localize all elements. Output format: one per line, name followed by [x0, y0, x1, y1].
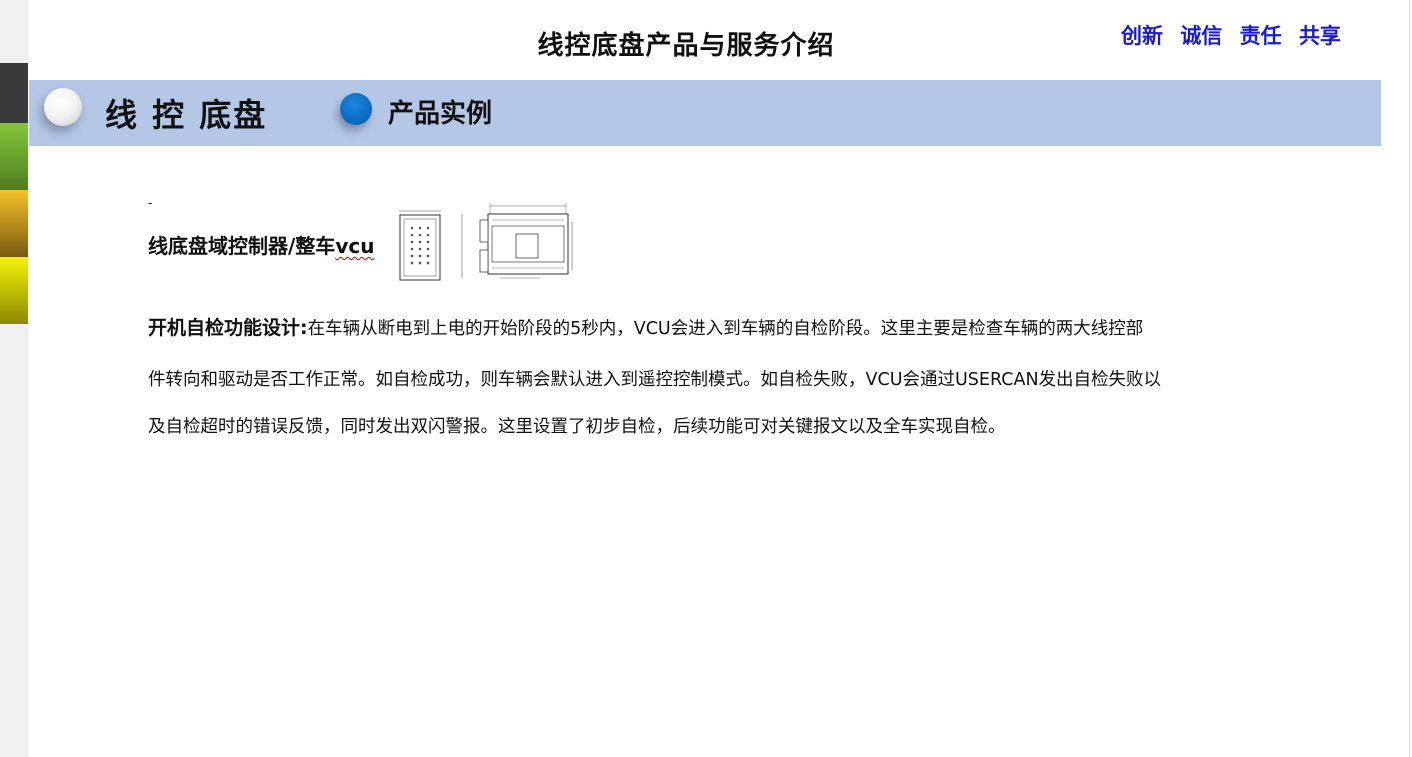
- stray-dash: -: [148, 196, 153, 210]
- banner-title: 线 控 底盘: [105, 96, 268, 134]
- slogan-integrity: 诚信: [1180, 24, 1223, 48]
- banner-subtitle: 产品实例: [388, 99, 493, 129]
- description-line-1-text: 在车辆从断电到上电的开始阶段的5秒内，VCU会进入到车辆的自检阶段。这里主要是检…: [307, 319, 1144, 339]
- blue-sphere-icon: [340, 93, 372, 125]
- controller-top-drawing: [461, 203, 573, 279]
- product-name-suffix: vcu: [335, 234, 375, 258]
- color-swatch-dark: [0, 63, 28, 123]
- color-swatch-gold: [0, 190, 28, 257]
- controller-front-drawing: [399, 210, 441, 281]
- slogan-sharing: 共享: [1298, 24, 1341, 48]
- color-swatch-yellow: [0, 257, 28, 324]
- slogan-innovation: 创新: [1121, 24, 1163, 48]
- right-edge-rule: [1409, 0, 1410, 757]
- description-heading: 开机自检功能设计:: [148, 317, 308, 339]
- white-sphere-icon: [44, 88, 82, 126]
- section-banner: 线 控 底盘 产品实例: [29, 80, 1381, 146]
- color-swatch-green: [0, 123, 28, 190]
- description-line-2: 件转向和驱动是否工作正常。如自检成功，则车辆会默认进入到遥控控制模式。如自检失败…: [148, 370, 1162, 390]
- slogan-responsibility: 责任: [1239, 24, 1282, 48]
- product-name-prefix: 线底盘域控制器/整车: [148, 234, 336, 258]
- product-name: 线底盘域控制器/整车vcu: [148, 230, 374, 259]
- slogan-group: 创新 诚信 责任 共享: [1121, 20, 1341, 50]
- description-line-1: 开机自检功能设计:在车辆从断电到上电的开始阶段的5秒内，VCU会进入到车辆的自检…: [148, 313, 1143, 340]
- description-line-3: 及自检超时的错误反馈，同时发出双闪警报。这里设置了初步自检，后续功能可对关键报文…: [148, 417, 1006, 437]
